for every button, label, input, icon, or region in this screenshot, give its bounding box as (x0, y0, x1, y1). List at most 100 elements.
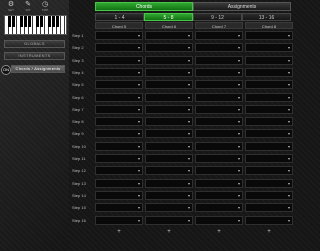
top-toolbar: ⚙ SET ✎ DIT ◷ TMP (0, 0, 69, 14)
chord-dropdown[interactable]: ▾ (145, 31, 193, 40)
power-badge-icon[interactable]: ON (1, 65, 11, 75)
chevron-down-icon: ▾ (137, 33, 140, 38)
globals-button[interactable]: GLOBALS (4, 40, 65, 48)
chord-dropdown[interactable]: ▾ (195, 104, 243, 114)
chord-dropdown[interactable]: ▾ (145, 67, 193, 77)
chord-dropdown[interactable]: ▾ (145, 154, 193, 163)
chord-dropdown[interactable]: ▾ (145, 141, 193, 151)
add-button[interactable]: + (215, 228, 223, 236)
keyboard-thumbnail[interactable] (4, 15, 67, 35)
chord-dropdown[interactable]: ▾ (145, 92, 193, 102)
chevron-down-icon: ▾ (287, 45, 290, 51)
chord-dropdown[interactable]: ▾ (145, 166, 193, 176)
chevron-down-icon: ▾ (137, 192, 140, 198)
add-button[interactable]: + (265, 228, 273, 236)
chevron-down-icon: ▾ (137, 180, 140, 186)
subtab-9-12[interactable]: 9 - 12 (193, 13, 242, 21)
chord-dropdown[interactable]: ▾ (145, 43, 193, 53)
chord-dropdown[interactable]: ▾ (195, 117, 243, 127)
chord-dropdown[interactable]: ▾ (245, 117, 293, 127)
chord-dropdown[interactable]: ▾ (95, 129, 143, 139)
chord-dropdown[interactable]: ▾ (195, 215, 243, 225)
chord-dropdown[interactable]: ▾ (195, 129, 243, 139)
black-key (23, 16, 27, 27)
column-header: Chord 7 (195, 22, 243, 29)
chord-dropdown[interactable]: ▾ (245, 154, 293, 163)
chord-dropdown[interactable]: ▾ (145, 104, 193, 114)
chord-dropdown[interactable]: ▾ (245, 129, 293, 139)
chord-dropdown[interactable]: ▾ (95, 55, 143, 65)
chord-dropdown[interactable]: ▾ (245, 92, 293, 102)
chord-dropdown[interactable]: ▾ (245, 43, 293, 53)
chord-dropdown[interactable]: ▾ (145, 117, 193, 127)
chord-dropdown[interactable]: ▾ (95, 92, 143, 102)
tab-chords[interactable]: Chords (95, 2, 193, 11)
chord-dropdown[interactable]: ▾ (95, 203, 143, 213)
chord-dropdown[interactable]: ▾ (195, 31, 243, 40)
chord-dropdown[interactable]: ▾ (245, 141, 293, 151)
chevron-down-icon: ▾ (237, 69, 240, 75)
chord-dropdown[interactable]: ▾ (195, 203, 243, 213)
main-tabs: Chords Assignments (95, 2, 291, 11)
chord-dropdown[interactable]: ▾ (95, 215, 143, 225)
subtab-5-8[interactable]: 5 - 8 (144, 13, 193, 21)
chord-dropdown[interactable]: ▾ (145, 178, 193, 188)
chord-dropdown[interactable]: ▾ (95, 166, 143, 176)
subtab-1-4[interactable]: 1 - 4 (95, 13, 144, 21)
chord-dropdown[interactable]: ▾ (245, 190, 293, 200)
chord-dropdown[interactable]: ▾ (195, 166, 243, 176)
chord-dropdown[interactable]: ▾ (245, 215, 293, 225)
chevron-down-icon: ▾ (187, 205, 190, 211)
chord-dropdown[interactable]: ▾ (195, 190, 243, 200)
chevron-down-icon: ▾ (287, 119, 290, 125)
chord-dropdown[interactable]: ▾ (145, 215, 193, 225)
chord-dropdown[interactable]: ▾ (145, 129, 193, 139)
chord-dropdown[interactable]: ▾ (95, 104, 143, 114)
chord-dropdown[interactable]: ▾ (195, 178, 243, 188)
add-button[interactable]: + (165, 228, 173, 236)
chord-dropdown[interactable]: ▾ (245, 203, 293, 213)
chord-dropdown[interactable]: ▾ (145, 80, 193, 90)
chord-dropdown[interactable]: ▾ (95, 43, 143, 53)
chord-dropdown[interactable]: ▾ (95, 31, 143, 40)
chord-dropdown[interactable]: ▾ (245, 31, 293, 40)
step-label: Step 15 (72, 205, 86, 211)
chevron-down-icon: ▾ (137, 82, 140, 88)
chord-dropdown[interactable]: ▾ (95, 67, 143, 77)
chord-dropdown[interactable]: ▾ (195, 43, 243, 53)
chord-dropdown[interactable]: ▾ (95, 154, 143, 163)
black-key (27, 16, 31, 27)
chord-dropdown[interactable]: ▾ (195, 154, 243, 163)
chevron-down-icon: ▾ (287, 143, 290, 149)
tools-icon[interactable]: ✎ DIT (21, 1, 35, 13)
chord-dropdown[interactable]: ▾ (95, 190, 143, 200)
chords-assignments-button[interactable]: Chords / Assignments (11, 65, 65, 73)
chord-dropdown[interactable]: ▾ (145, 203, 193, 213)
chord-dropdown[interactable]: ▾ (95, 178, 143, 188)
chord-dropdown[interactable]: ▾ (145, 190, 193, 200)
chord-dropdown[interactable]: ▾ (195, 55, 243, 65)
chord-dropdown[interactable]: ▾ (245, 104, 293, 114)
chord-dropdown[interactable]: ▾ (195, 67, 243, 77)
tempo-icon[interactable]: ◷ TMP (38, 1, 52, 13)
chord-dropdown[interactable]: ▾ (95, 117, 143, 127)
chord-dropdown[interactable]: ▾ (95, 80, 143, 90)
chord-dropdown[interactable]: ▾ (245, 166, 293, 176)
chord-dropdown[interactable]: ▾ (245, 80, 293, 90)
chord-dropdown[interactable]: ▾ (95, 141, 143, 151)
chord-dropdown[interactable]: ▾ (195, 92, 243, 102)
chord-dropdown[interactable]: ▾ (245, 67, 293, 77)
chevron-down-icon: ▾ (287, 168, 290, 174)
step-label: Step 6 (72, 94, 84, 100)
chord-dropdown[interactable]: ▾ (145, 55, 193, 65)
add-button[interactable]: + (115, 228, 123, 236)
chord-dropdown[interactable]: ▾ (195, 141, 243, 151)
chord-dropdown[interactable]: ▾ (245, 178, 293, 188)
subtab-13-16[interactable]: 13 - 16 (242, 13, 291, 21)
settings-icon[interactable]: ⚙ SET (4, 1, 18, 13)
instruments-button[interactable]: INSTRUMENTS (4, 52, 65, 60)
chord-dropdown[interactable]: ▾ (195, 80, 243, 90)
tab-assignments[interactable]: Assignments (193, 2, 291, 11)
chord-dropdown[interactable]: ▾ (245, 55, 293, 65)
chevron-down-icon: ▾ (137, 119, 140, 125)
